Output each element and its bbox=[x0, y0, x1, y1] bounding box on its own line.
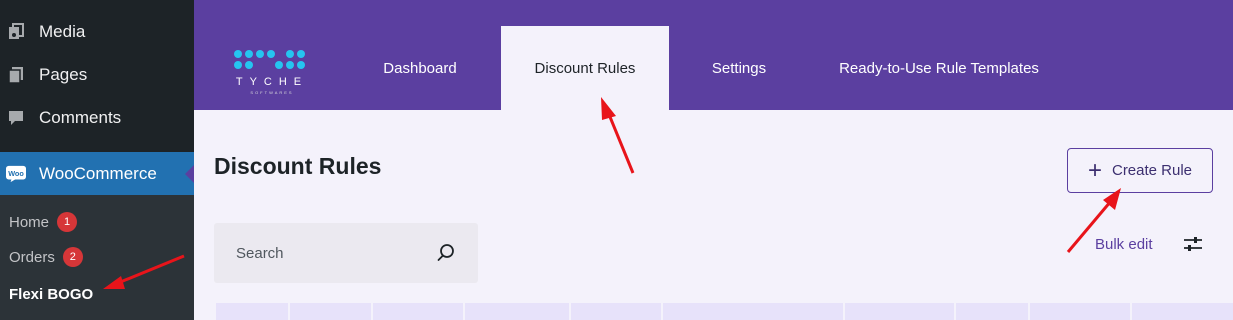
search-icon[interactable] bbox=[436, 243, 456, 268]
column-divider bbox=[371, 303, 373, 320]
column-divider bbox=[569, 303, 571, 320]
comments-icon bbox=[6, 108, 26, 128]
column-divider bbox=[1028, 303, 1030, 320]
create-rule-button[interactable]: + Create Rule bbox=[1067, 148, 1213, 193]
rules-table-header bbox=[216, 303, 1233, 320]
submenu-item-label: Orders bbox=[9, 248, 55, 266]
media-icon bbox=[6, 22, 26, 42]
plugin-header: TYCHE SOFTWARES Dashboard Discount Rules… bbox=[194, 0, 1233, 110]
sidebar-item-woocommerce[interactable]: Woo WooCommerce bbox=[0, 152, 194, 195]
wp-admin-sidebar: Media Pages Comments Woo WooCommerce Hom… bbox=[0, 0, 194, 320]
column-divider bbox=[843, 303, 845, 320]
tab-dashboard[interactable]: Dashboard bbox=[356, 26, 484, 110]
column-divider bbox=[463, 303, 465, 320]
tab-rule-templates[interactable]: Ready-to-Use Rule Templates bbox=[824, 26, 1054, 110]
sidebar-item-comments[interactable]: Comments bbox=[0, 96, 194, 139]
submenu-item-label: Home bbox=[9, 213, 50, 231]
notification-badge: 1 bbox=[57, 212, 78, 232]
plus-icon: + bbox=[1087, 156, 1102, 184]
sidebar-item-label: Comments bbox=[39, 107, 122, 127]
sidebar-item-pages[interactable]: Pages bbox=[0, 53, 194, 96]
submenu-item-orders[interactable]: Orders 2 bbox=[9, 245, 83, 269]
column-divider bbox=[954, 303, 956, 320]
submenu-item-home[interactable]: Home 1 bbox=[9, 210, 78, 234]
column-divider bbox=[288, 303, 290, 320]
column-divider bbox=[1130, 303, 1132, 320]
column-divider bbox=[661, 303, 663, 320]
sidebar-item-label: Pages bbox=[39, 64, 88, 84]
tab-settings[interactable]: Settings bbox=[684, 26, 794, 110]
svg-text:Woo: Woo bbox=[8, 168, 24, 177]
tab-discount-rules[interactable]: Discount Rules bbox=[501, 26, 669, 110]
woo-icon: Woo bbox=[6, 164, 26, 184]
submenu-item-flexi-bogo[interactable]: Flexi BOGO bbox=[9, 282, 93, 306]
search-input[interactable] bbox=[236, 244, 426, 262]
filter-settings-icon[interactable] bbox=[1183, 235, 1203, 258]
page-title: Discount Rules bbox=[214, 153, 382, 179]
sidebar-item-label: Media bbox=[39, 21, 86, 41]
sidebar-item-label: WooCommerce bbox=[39, 163, 157, 183]
tyche-logo[interactable]: TYCHE SOFTWARES bbox=[234, 50, 314, 96]
submenu-item-label: Flexi BOGO bbox=[9, 285, 94, 303]
woocommerce-submenu: Home 1 Orders 2 Flexi BOGO bbox=[0, 195, 194, 320]
search-box bbox=[214, 223, 478, 283]
notification-badge: 2 bbox=[62, 247, 83, 267]
svg-text:TYCHE: TYCHE bbox=[236, 76, 308, 88]
svg-text:SOFTWARES: SOFTWARES bbox=[250, 90, 293, 95]
sidebar-item-media[interactable]: Media bbox=[0, 10, 194, 53]
pages-icon bbox=[6, 65, 26, 85]
bulk-edit-link[interactable]: Bulk edit bbox=[1095, 236, 1153, 253]
create-rule-label: Create Rule bbox=[1111, 162, 1193, 179]
